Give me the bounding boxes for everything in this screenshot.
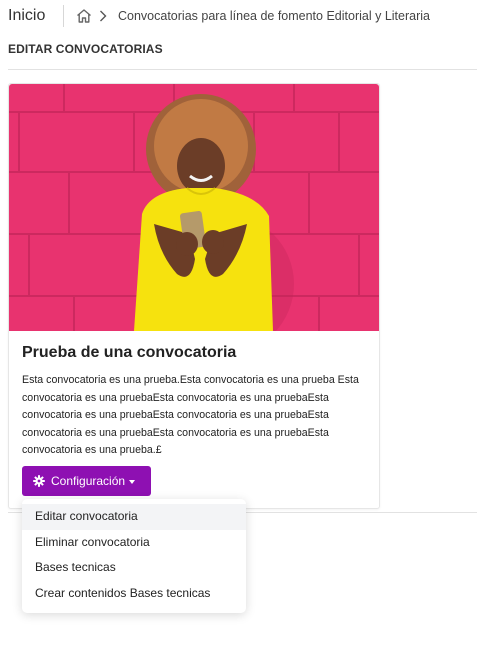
configuracion-dropdown-menu: Editar convocatoria Eliminar convocatori… [22, 499, 246, 613]
chevron-right-icon [100, 10, 107, 22]
top-bar: Inicio Convocatorias para línea de fomen… [0, 0, 477, 33]
convocatoria-card: Prueba de una convocatoria Esta convocat… [8, 83, 380, 509]
card-title: Prueba de una convocatoria [22, 344, 237, 361]
divider [63, 5, 64, 27]
card-image [9, 84, 379, 331]
menu-item-editar-convocatoria[interactable]: Editar convocatoria [22, 504, 246, 530]
card-description: Esta convocatoria es una prueba.Esta con… [22, 374, 359, 457]
section-title: EDITAR CONVOCATORIAS [8, 42, 163, 56]
page-title: Inicio [8, 7, 46, 24]
configuracion-button[interactable]: Configuración [22, 466, 151, 496]
menu-item-bases-tecnicas[interactable]: Bases tecnicas [22, 555, 246, 581]
menu-item-eliminar-convocatoria[interactable]: Eliminar convocatoria [22, 530, 246, 556]
card-photo [9, 84, 379, 331]
configuracion-button-label: Configuración [51, 474, 126, 488]
gear-icon [33, 475, 45, 487]
divider [8, 69, 477, 70]
caret-down-icon [129, 479, 136, 484]
menu-item-crear-contenidos-bases-tecnicas[interactable]: Crear contenidos Bases tecnicas [22, 581, 246, 607]
home-icon[interactable] [76, 8, 92, 24]
breadcrumb[interactable]: Convocatorias para línea de fomento Edit… [118, 9, 430, 23]
